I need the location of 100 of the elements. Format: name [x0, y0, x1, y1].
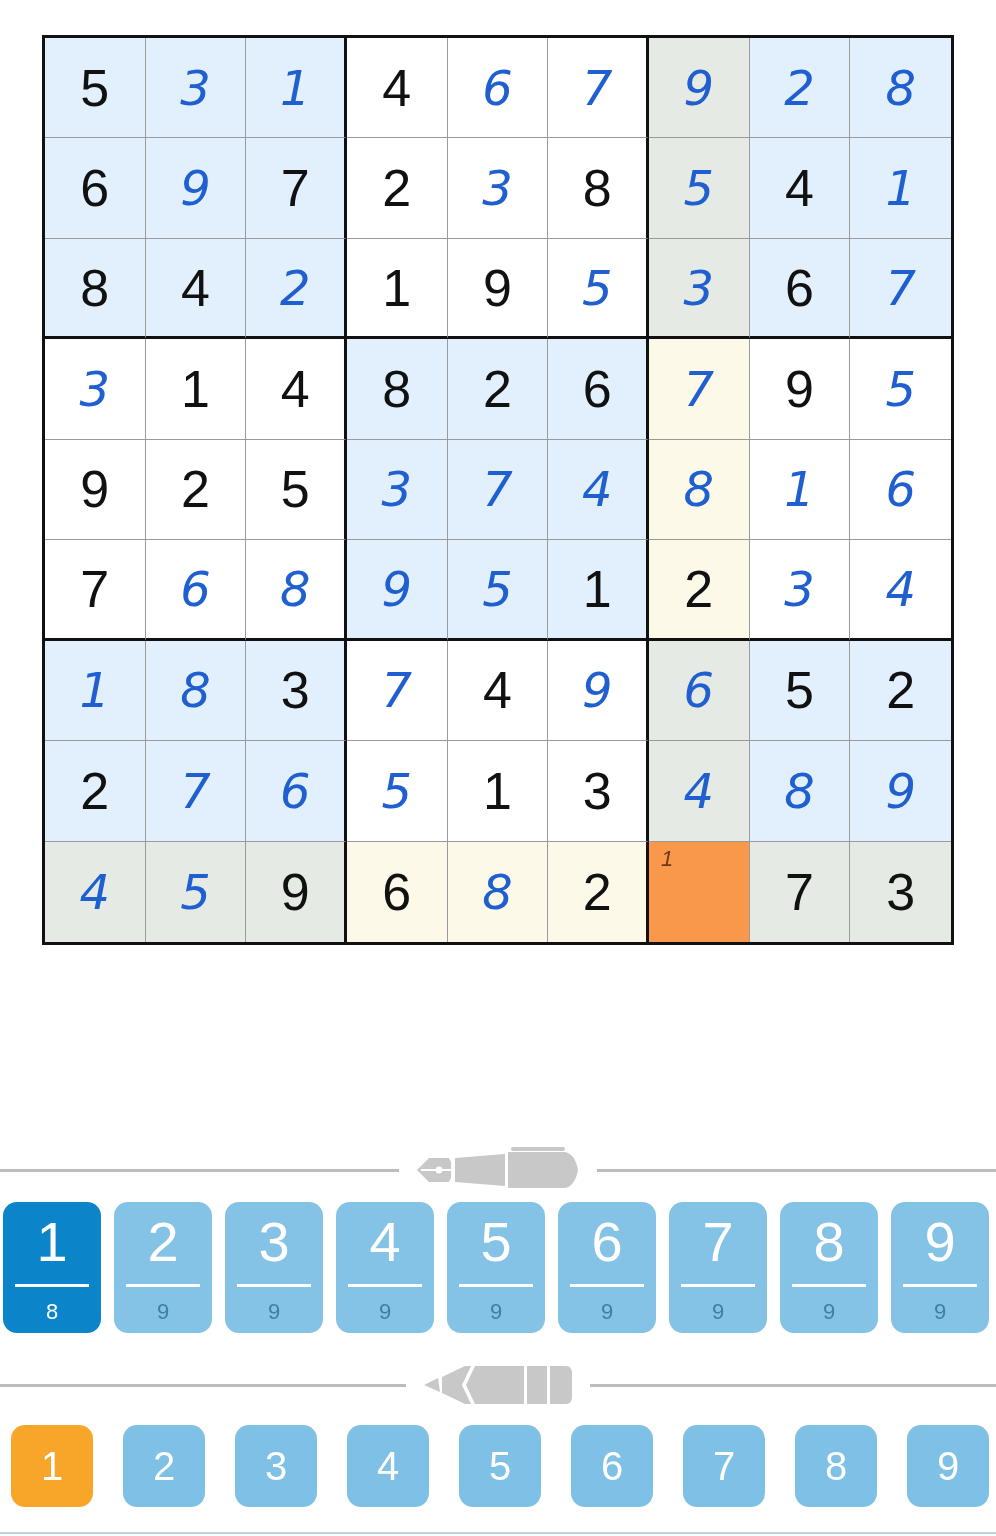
grid-cell[interactable]: 1	[246, 38, 347, 139]
grid-cell[interactable]: 1	[145, 339, 247, 440]
grid-cell[interactable]: 3	[850, 841, 951, 942]
grid-cell[interactable]: 2	[649, 540, 750, 641]
grid-cell[interactable]: 5	[447, 540, 549, 641]
grid-cell[interactable]: 1	[649, 841, 750, 942]
grid-cell[interactable]: 7	[45, 540, 146, 641]
grid-cell[interactable]: 6	[246, 741, 347, 842]
grid-cell[interactable]: 6	[749, 238, 851, 340]
grid-cell[interactable]: 2	[447, 339, 549, 440]
grid-cell[interactable]: 4	[649, 741, 750, 842]
cell-digit: 3	[180, 63, 211, 112]
grid-cell[interactable]: 1	[45, 640, 146, 742]
grid-cell[interactable]: 4	[447, 640, 549, 742]
cell-digit: 6	[482, 63, 513, 112]
grid-cell[interactable]: 8	[749, 741, 851, 842]
grid-cell[interactable]: 9	[749, 339, 851, 440]
grid-cell[interactable]: 5	[246, 439, 347, 541]
grid-cell[interactable]: 5	[145, 841, 247, 942]
grid-cell[interactable]: 8	[649, 439, 750, 541]
grid-cell[interactable]: 7	[548, 38, 649, 139]
cell-digit: 8	[80, 261, 110, 314]
grid-cell[interactable]: 3	[246, 640, 347, 742]
cell-digit: 2	[279, 263, 311, 312]
grid-cell[interactable]: 5	[548, 238, 649, 340]
grid-cell[interactable]: 5	[347, 741, 448, 842]
cell-digit: 5	[280, 463, 310, 516]
grid-cell[interactable]: 6	[347, 841, 448, 942]
grid-cell[interactable]: 1	[548, 540, 649, 641]
cell-digit: 2	[582, 865, 612, 918]
grid-cell[interactable]: 6	[447, 38, 549, 139]
grid-cell[interactable]: 3	[45, 339, 146, 440]
grid-cell[interactable]: 1	[850, 138, 951, 239]
remaining-count: 9	[156, 1299, 170, 1325]
grid-cell[interactable]: 7	[447, 439, 549, 541]
grid-cell[interactable]: 8	[850, 38, 951, 139]
grid-cell[interactable]: 2	[45, 741, 146, 842]
grid-cell[interactable]: 7	[850, 238, 951, 340]
grid-cell[interactable]: 2	[548, 841, 649, 942]
grid-cell[interactable]: 9	[45, 439, 146, 541]
grid-cell[interactable]: 9	[447, 238, 549, 340]
grid-cell[interactable]: 4	[347, 38, 448, 139]
remaining-count: 9	[378, 1299, 392, 1325]
grid-cell[interactable]: 3	[749, 540, 851, 641]
grid-cell[interactable]: 2	[145, 439, 247, 541]
grid-cell[interactable]: 7	[749, 841, 851, 942]
grid-cell[interactable]: 8	[347, 339, 448, 440]
grid-cell[interactable]: 4	[246, 339, 347, 440]
grid-cell[interactable]: 2	[347, 138, 448, 239]
grid-cell[interactable]: 5	[649, 138, 750, 239]
grid-cell[interactable]: 8	[447, 841, 549, 942]
cell-digit: 6	[382, 865, 412, 918]
grid-cell[interactable]: 3	[649, 238, 750, 340]
grid-cell[interactable]: 2	[749, 38, 851, 139]
grid-cell[interactable]: 5	[749, 640, 851, 742]
grid-cell[interactable]: 1	[347, 238, 448, 340]
grid-cell[interactable]: 5	[45, 38, 146, 139]
grid-cell[interactable]: 2	[246, 238, 347, 340]
cell-digit: 6	[785, 261, 814, 314]
remaining-count: 9	[933, 1299, 947, 1325]
grid-cell[interactable]: 1	[749, 439, 851, 541]
grid-cell[interactable]: 7	[347, 640, 448, 742]
key-digit: 3	[258, 1214, 290, 1270]
grid-cell[interactable]: 9	[145, 138, 247, 239]
grid-cell[interactable]: 2	[850, 640, 951, 742]
digit-key[interactable]: 1 8	[3, 1202, 101, 1333]
cell-digit: 1	[79, 666, 111, 715]
grid-cell[interactable]: 3	[447, 138, 549, 239]
grid-cell[interactable]: 6	[649, 640, 750, 742]
grid-cell[interactable]: 7	[649, 339, 750, 440]
grid-cell[interactable]: 9	[850, 741, 951, 842]
grid-cell[interactable]: 4	[548, 439, 649, 541]
grid-cell[interactable]: 9	[246, 841, 347, 942]
grid-cell[interactable]: 9	[649, 38, 750, 139]
grid-cell[interactable]: 9	[347, 540, 448, 641]
grid-cell[interactable]: 3	[548, 741, 649, 842]
grid-cell[interactable]: 7	[145, 741, 247, 842]
grid-cell[interactable]: 9	[548, 640, 649, 742]
grid-cell[interactable]: 8	[45, 238, 146, 340]
grid-cell[interactable]: 4	[749, 138, 851, 239]
cell-digit: 5	[785, 664, 814, 717]
pencil-note: 1	[661, 845, 674, 872]
cell-digit: 6	[279, 766, 311, 815]
cell-digit: 6	[80, 162, 110, 215]
grid-cell[interactable]: 8	[548, 138, 649, 239]
grid-cell[interactable]: 3	[145, 38, 247, 139]
grid-cell[interactable]: 7	[246, 138, 347, 239]
grid-cell[interactable]: 8	[145, 640, 247, 742]
grid-cell[interactable]: 6	[45, 138, 146, 239]
pencil-icon	[422, 1364, 574, 1406]
grid-cell[interactable]: 6	[145, 540, 247, 641]
grid-cell[interactable]: 4	[45, 841, 146, 942]
grid-cell[interactable]: 4	[145, 238, 247, 340]
grid-cell[interactable]: 1	[447, 741, 549, 842]
cell-digit: 9	[180, 164, 211, 213]
cell-digit: 5	[80, 61, 110, 114]
cell-digit: 7	[581, 63, 613, 112]
grid-cell[interactable]: 8	[246, 540, 347, 641]
grid-cell[interactable]: 3	[347, 439, 448, 541]
grid-cell[interactable]: 6	[548, 339, 649, 440]
